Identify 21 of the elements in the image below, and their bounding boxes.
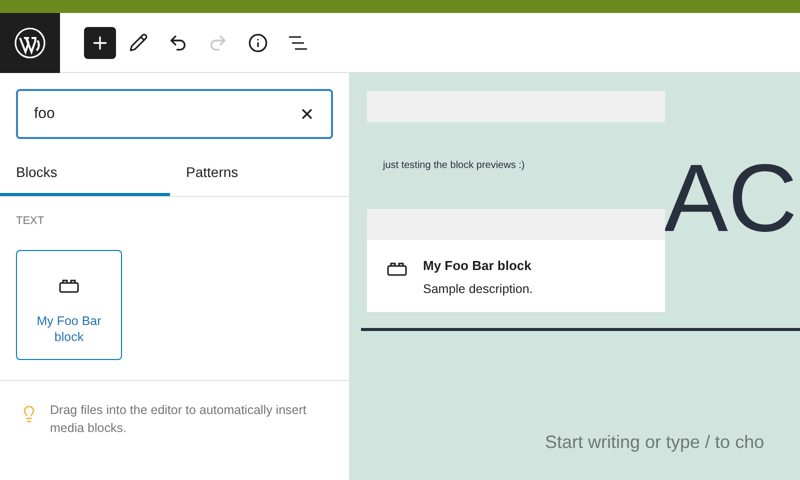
undo-icon [168,32,188,52]
wordpress-logo[interactable] [0,13,60,73]
block-icon [59,278,79,292]
tab[interactable]: Blocks [0,151,170,196]
preview-block-description: Sample description. [423,280,533,298]
wordpress-icon [14,27,46,59]
tab[interactable]: Patterns [170,151,340,196]
pencil-icon [128,33,148,52]
redo-icon [208,32,228,52]
preview-block-title: My Foo Bar block [423,257,532,275]
add-block-button[interactable] [84,26,116,58]
list-view-icon [288,34,308,50]
info-icon [248,32,268,52]
clear-search-icon[interactable] [299,106,315,122]
search-field[interactable]: foo [16,89,333,139]
block-item[interactable]: My Foo Bar block [16,250,122,360]
category-heading: TEXT [15,214,46,229]
canvas-title: AC [664,151,798,247]
preview-text: just testing the block previews :) [382,159,526,173]
block-icon [387,262,407,276]
tip-text: Drag files into the editor to automatically insert media blocks. [50,402,308,436]
